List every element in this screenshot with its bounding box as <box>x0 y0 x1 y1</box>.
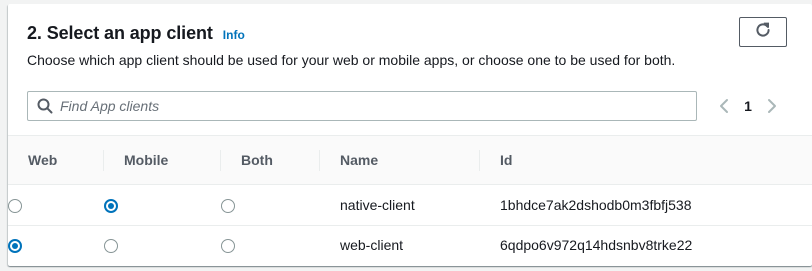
search-icon <box>30 92 60 120</box>
client-id: 6qdpo6v972q14hdsnbv8trke22 <box>500 236 693 253</box>
column-header-mobile: Mobile <box>104 135 221 185</box>
web-radio[interactable] <box>8 199 22 214</box>
mobile-radio[interactable] <box>104 238 118 253</box>
info-link[interactable]: Info <box>223 28 245 42</box>
panel-header: 2. Select an app client Info Choose whic… <box>8 4 812 135</box>
chevron-left-icon <box>720 99 728 113</box>
app-clients-table: Web Mobile Both Name Id native-client 1b… <box>8 135 812 264</box>
column-header-both: Both <box>221 135 320 185</box>
chevron-right-icon <box>768 99 776 113</box>
refresh-button[interactable] <box>739 17 787 47</box>
client-name: native-client <box>340 197 415 213</box>
section-description: Choose which app client should be used f… <box>27 52 676 68</box>
section-title: 2. Select an app client <box>27 23 213 43</box>
app-client-panel: 2. Select an app client Info Choose whic… <box>8 4 812 266</box>
client-name: web-client <box>340 236 404 253</box>
page-number-1[interactable]: 1 <box>734 98 762 114</box>
pagination: 1 <box>714 92 782 120</box>
title-row: 2. Select an app client Info <box>27 23 245 44</box>
both-radio[interactable] <box>221 199 235 214</box>
table-header-row: Web Mobile Both Name Id <box>8 135 812 185</box>
table-row: native-client 1bhdce7ak2dshodb0m3fbfj538 <box>8 184 812 226</box>
column-header-id: Id <box>480 135 812 185</box>
mobile-radio[interactable] <box>104 199 118 214</box>
client-id: 1bhdce7ak2dshodb0m3fbfj538 <box>500 197 692 213</box>
prev-page-button[interactable] <box>714 92 734 120</box>
web-radio[interactable] <box>8 238 22 253</box>
both-radio[interactable] <box>221 238 235 253</box>
column-header-name: Name <box>320 135 480 185</box>
table-row: web-client 6qdpo6v972q14hdsnbv8trke22 <box>8 226 812 264</box>
next-page-button[interactable] <box>762 92 782 120</box>
column-header-web: Web <box>8 135 104 185</box>
search-input[interactable] <box>60 93 680 119</box>
refresh-icon <box>755 22 771 43</box>
search-box <box>27 91 697 121</box>
